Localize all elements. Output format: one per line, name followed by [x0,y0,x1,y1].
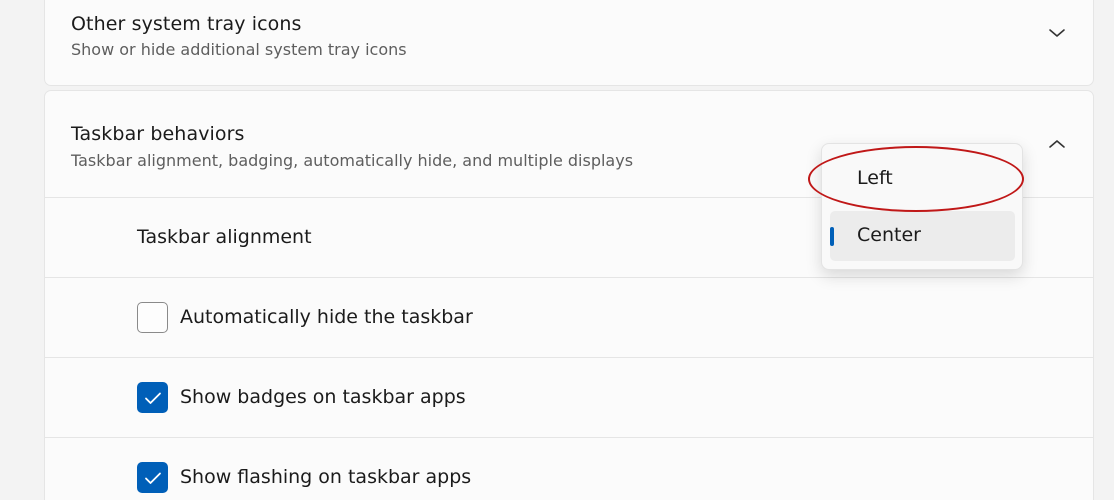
chevron-up-icon[interactable] [1047,134,1067,154]
show-flashing-label: Show flashing on taskbar apps [180,466,472,488]
behaviors-section-title: Taskbar behaviors [71,123,245,145]
show-flashing-checkbox[interactable] [137,462,168,493]
other-system-tray-icons-card[interactable]: Other system tray icons Show or hide add… [44,0,1094,86]
checkmark-icon [144,392,161,404]
taskbar-alignment-dropdown[interactable]: Left Center [821,143,1023,270]
selected-indicator [830,227,834,246]
chevron-down-icon[interactable] [1047,23,1067,43]
option-center-label: Center [857,224,921,246]
dropdown-option-center[interactable]: Center [830,211,1015,261]
auto-hide-label: Automatically hide the taskbar [180,306,473,328]
auto-hide-taskbar-row[interactable]: Automatically hide the taskbar [45,277,1093,357]
tray-section-title: Other system tray icons [71,13,302,35]
taskbar-alignment-label: Taskbar alignment [137,226,312,248]
tray-section-subtitle: Show or hide additional system tray icon… [71,40,407,59]
settings-page: Other system tray icons Show or hide add… [0,0,1114,500]
behaviors-section-subtitle: Taskbar alignment, badging, automaticall… [71,151,634,170]
show-badges-label: Show badges on taskbar apps [180,386,466,408]
option-left-label: Left [857,167,893,189]
show-badges-checkbox[interactable] [137,382,168,413]
auto-hide-checkbox[interactable] [137,302,168,333]
show-badges-row[interactable]: Show badges on taskbar apps [45,357,1093,437]
checkmark-icon [144,472,161,484]
dropdown-option-left[interactable]: Left [830,154,1015,204]
show-flashing-row[interactable]: Show flashing on taskbar apps [45,437,1093,500]
